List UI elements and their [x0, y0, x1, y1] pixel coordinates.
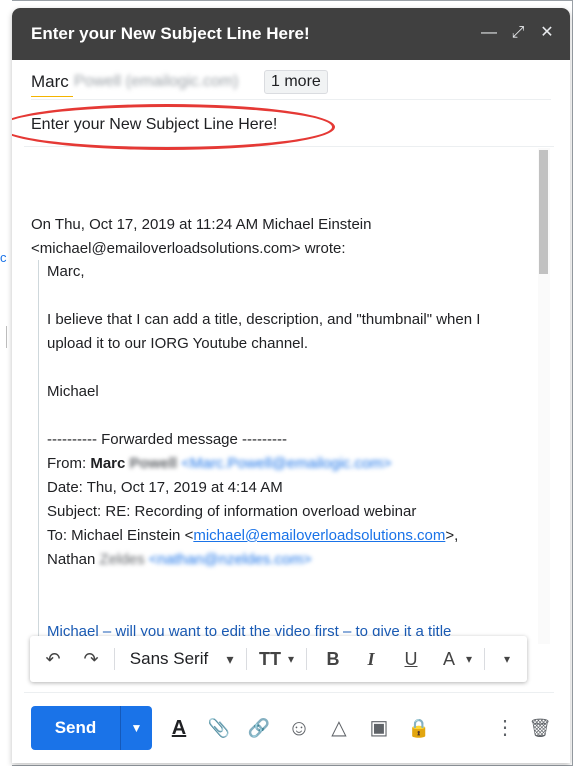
italic-icon[interactable]: I	[358, 636, 384, 682]
date-line: Date: Thu, Oct 17, 2019 at 4:14 AM	[47, 479, 283, 496]
photo-icon[interactable]: ▣	[364, 712, 394, 744]
quoted-body[interactable]: Marc, I believe that I can add a title, …	[47, 260, 527, 644]
toolbar-separator	[114, 648, 115, 670]
quote-header-line2: <michael@emailoverloadsolutions.com> wro…	[31, 240, 346, 257]
recipient-name: Marc	[31, 72, 69, 91]
toolbar-separator	[246, 648, 247, 670]
to-line: To: Michael Einstein <michael@emailoverl…	[47, 524, 527, 548]
attach-icon[interactable]: 📎	[204, 712, 234, 744]
cc-last-name-blurred: Zeldes	[99, 551, 145, 568]
bottom-divider	[24, 692, 554, 693]
compose-titlebar[interactable]: Enter your New Subject Line Here! — ⤢ ✕	[12, 8, 570, 60]
more-options-icon[interactable]: ⋮	[490, 712, 520, 744]
discard-draft-icon[interactable]: 🗑	[525, 712, 555, 744]
from-first-name: Marc	[90, 455, 126, 472]
to-email-link[interactable]: michael@emailoverloadsolutions.com	[193, 527, 445, 544]
compose-window: Enter your New Subject Line Here! — ⤢ ✕ …	[12, 8, 570, 763]
from-email-blurred[interactable]: <Marc.Powell@emailogic.com>	[181, 455, 391, 472]
font-family-select[interactable]: Sans Serif	[124, 636, 214, 682]
more-recipients-chip[interactable]: 1 more	[264, 70, 328, 94]
formatting-options-icon[interactable]: A	[164, 712, 194, 744]
signature: Michael	[47, 383, 99, 400]
background-inbox-edge: c	[0, 0, 12, 766]
more-formatting-icon[interactable]: ▾	[496, 636, 518, 682]
recipient-blurred: Powell (emailogic.com)	[74, 73, 239, 90]
cc-line: Nathan Zeldes <nathan@nzeldes.com>	[47, 548, 527, 572]
from-last-name-blurred: Powell	[129, 455, 178, 472]
from-line: From: Marc Powell <Marc.Powell@emailogic…	[47, 452, 527, 476]
toolbar-separator	[484, 648, 485, 670]
to-tail: >,	[445, 527, 459, 544]
underline-icon[interactable]: U	[398, 636, 424, 682]
send-button[interactable]: Send	[31, 706, 120, 750]
send-button-group: Send ▼	[31, 706, 152, 750]
emoji-icon[interactable]: ☺	[284, 712, 314, 744]
formatting-toolbar: ↶ ↷ Sans Serif ▾ TT ▾ B I U A ▾ ▾	[30, 636, 527, 682]
text-size-dropdown-icon[interactable]: ▾	[284, 636, 298, 682]
text-color-dropdown-icon[interactable]: ▾	[462, 636, 476, 682]
spellcheck-underline	[31, 96, 73, 97]
minimize-icon[interactable]: —	[478, 22, 500, 44]
compose-title: Enter your New Subject Line Here!	[31, 24, 310, 43]
redo-icon[interactable]: ↷	[76, 636, 106, 682]
para1-line1: I believe that I can add a title, descri…	[47, 311, 481, 328]
drive-icon[interactable]: △	[324, 712, 354, 744]
background-divider	[6, 326, 7, 348]
recipients-field[interactable]: Marc Powell (emailogic.com) 1 more	[31, 68, 551, 100]
toolbar-separator	[306, 648, 307, 670]
close-icon[interactable]: ✕	[536, 22, 558, 44]
from-label: From:	[47, 455, 91, 472]
text-size-icon[interactable]: TT	[256, 636, 284, 682]
send-options-icon[interactable]: ▼	[121, 706, 152, 750]
cc-first-name: Nathan	[47, 551, 96, 568]
expand-icon[interactable]: ⤢	[507, 22, 529, 44]
background-link-fragment: c	[0, 250, 7, 265]
scrollbar-thumb[interactable]	[539, 150, 548, 274]
bold-icon[interactable]: B	[320, 636, 346, 682]
quote-header-line1: On Thu, Oct 17, 2019 at 11:24 AM Michael…	[31, 216, 372, 233]
subject-line: Subject: RE: Recording of information ov…	[47, 503, 417, 520]
to-label: To: Michael Einstein <	[47, 527, 194, 544]
insert-link-icon[interactable]: 🔗	[244, 712, 274, 744]
quote-border	[38, 260, 39, 640]
text-color-icon[interactable]: A	[436, 636, 462, 682]
cc-email-blurred[interactable]: <nathan@nzeldes.com>	[149, 551, 312, 568]
font-dropdown-icon[interactable]: ▾	[220, 636, 240, 682]
greeting: Marc,	[47, 263, 85, 280]
confidential-mode-icon[interactable]: 🔒	[404, 712, 434, 744]
forwarded-header: ---------- Forwarded message ---------	[47, 431, 287, 448]
undo-icon[interactable]: ↶	[38, 636, 68, 682]
para1-line2: upload it to our IORG Youtube channel.	[47, 335, 309, 352]
message-header: On Thu, Oct 17, 2019 at 11:24 AM Michael…	[31, 213, 531, 261]
subject-highlight-ellipse	[12, 104, 335, 150]
